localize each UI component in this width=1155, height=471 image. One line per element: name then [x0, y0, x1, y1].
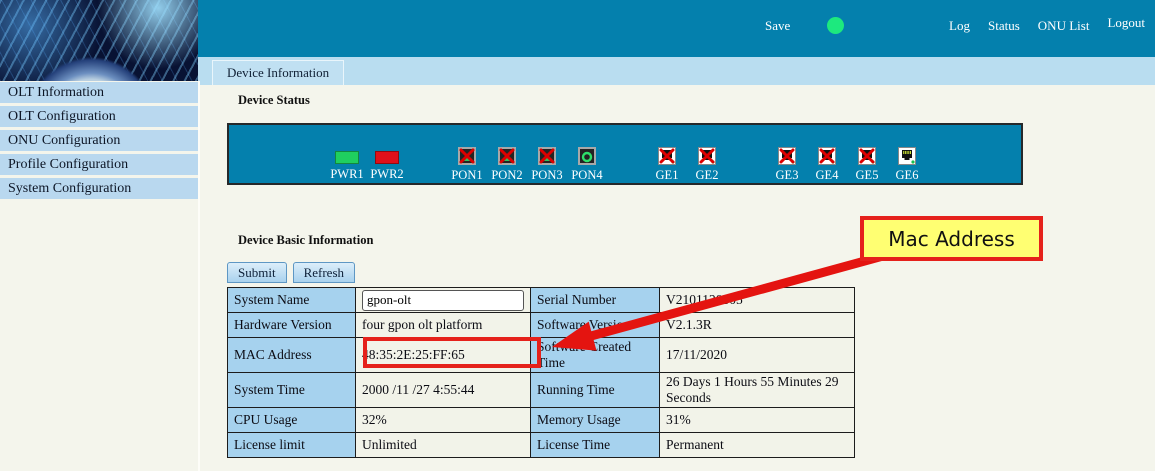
- top-link-logout[interactable]: Logout: [1107, 15, 1145, 31]
- system-name-input[interactable]: [362, 290, 524, 311]
- row-label: License limit: [228, 433, 356, 458]
- ethernet-port-icon: [898, 147, 916, 165]
- port-label: GE2: [696, 168, 719, 183]
- tab-device-information[interactable]: Device Information: [212, 60, 344, 85]
- submit-button[interactable]: Submit: [227, 262, 287, 283]
- row-label: Memory Usage: [531, 408, 660, 433]
- page: Save Log Status ONU List Logout Device Info…: [0, 0, 1155, 471]
- sidebar-item-system-configuration[interactable]: System Configuration: [0, 178, 198, 199]
- row-value: Permanent: [660, 433, 855, 458]
- pwr-port-pwr1: PWR1: [327, 147, 367, 182]
- top-navigation-bar: Save Log Status ONU List Logout: [198, 0, 1155, 57]
- pon-port-icon: [538, 147, 556, 165]
- refresh-button[interactable]: Refresh: [293, 262, 355, 283]
- row-label: Running Time: [531, 373, 660, 408]
- device-basic-heading: Device Basic Information: [238, 233, 373, 248]
- device-status-heading: Device Status: [238, 93, 310, 108]
- table-row: License limitUnlimitedLicense TimePerman…: [228, 433, 855, 458]
- row-label: License Time: [531, 433, 660, 458]
- port-label: PON3: [531, 168, 562, 183]
- sidebar-item-onu-configuration[interactable]: ONU Configuration: [0, 130, 198, 151]
- table-row: System Name Serial NumberV2101120305: [228, 288, 855, 313]
- pon-port-pon1: PON1: [447, 147, 487, 183]
- pon-port-pon3: PON3: [527, 147, 567, 183]
- row-label: MAC Address: [228, 338, 356, 373]
- port-label: PON1: [451, 168, 482, 183]
- port-label: GE6: [896, 168, 919, 183]
- brand-logo-earth-fiber: [0, 0, 198, 81]
- power-led-icon: [335, 151, 359, 164]
- save-button[interactable]: Save: [765, 18, 790, 34]
- row-label: Software Version: [531, 313, 660, 338]
- sidebar-divider: [198, 81, 200, 471]
- ge-port-ge4: GE4: [807, 147, 847, 183]
- ge-port-ge5: GE5: [847, 147, 887, 183]
- row-value: 2000 /11 /27 4:55:44: [356, 373, 531, 408]
- row-value: 26 Days 1 Hours 55 Minutes 29 Seconds: [660, 373, 855, 408]
- ethernet-port-icon: [698, 147, 716, 165]
- row-label: CPU Usage: [228, 408, 356, 433]
- ge-port-ge1: GE1: [647, 147, 687, 183]
- port-label: GE5: [856, 168, 879, 183]
- mac-address-highlight-box: [363, 337, 541, 368]
- ethernet-port-icon: [818, 147, 836, 165]
- table-row: Hardware Versionfour gpon olt platformSo…: [228, 313, 855, 338]
- sidebar-item-olt-configuration[interactable]: OLT Configuration: [0, 106, 198, 127]
- power-led-icon: [375, 151, 399, 164]
- row-label: Hardware Version: [228, 313, 356, 338]
- ge-port-ge6: GE6: [887, 147, 927, 183]
- port-label: GE4: [816, 168, 839, 183]
- tab-strip: Device Information: [198, 57, 1155, 85]
- ethernet-port-icon: [858, 147, 876, 165]
- row-value: four gpon olt platform: [356, 313, 531, 338]
- sidebar-menu: OLT Information OLT Configuration ONU Conf…: [0, 82, 198, 202]
- pon-port-icon: [498, 147, 516, 165]
- row-value: Unlimited: [356, 433, 531, 458]
- row-value: [356, 288, 531, 313]
- top-links: Log Status ONU List Logout: [949, 18, 1145, 34]
- top-link-onu-list[interactable]: ONU List: [1038, 18, 1090, 34]
- row-label: Serial Number: [531, 288, 660, 313]
- table-row: CPU Usage32%Memory Usage31%: [228, 408, 855, 433]
- row-value: V2.1.3R: [660, 313, 855, 338]
- device-basic-table: System NameSerial NumberV2101120305Hardw…: [227, 287, 855, 458]
- port-label: PWR1: [330, 167, 363, 182]
- ethernet-port-icon: [658, 147, 676, 165]
- ethernet-port-icon: [778, 147, 796, 165]
- port-label: PON2: [491, 168, 522, 183]
- row-value: 17/11/2020: [660, 338, 855, 373]
- port-label: GE3: [776, 168, 799, 183]
- port-label: PWR2: [370, 167, 403, 182]
- status-indicator-dot: [827, 17, 844, 34]
- pon-port-icon: [578, 147, 596, 165]
- table-row: System Time2000 /11 /27 4:55:44Running T…: [228, 373, 855, 408]
- top-link-log[interactable]: Log: [949, 18, 970, 34]
- ge-port-ge2: GE2: [687, 147, 727, 183]
- pon-port-pon2: PON2: [487, 147, 527, 183]
- sidebar-item-profile-configuration[interactable]: Profile Configuration: [0, 154, 198, 175]
- port-label: PON4: [571, 168, 602, 183]
- ge-port-ge3: GE3: [767, 147, 807, 183]
- sidebar-item-olt-information[interactable]: OLT Information: [0, 82, 198, 103]
- top-link-status[interactable]: Status: [988, 18, 1020, 34]
- pon-port-icon: [458, 147, 476, 165]
- row-label: System Name: [228, 288, 356, 313]
- row-label: System Time: [228, 373, 356, 408]
- port-label: GE1: [656, 168, 679, 183]
- mac-address-callout: Mac Address: [860, 216, 1043, 261]
- row-value: 32%: [356, 408, 531, 433]
- row-value: V2101120305: [660, 288, 855, 313]
- device-status-panel: PWR1 PWR2 PON1 PON2 PON3 PON4 GE1 GE2 GE3 GE4 G…: [227, 123, 1023, 185]
- table-row: MAC Address48:35:2E:25:FF:65Software Cre…: [228, 338, 855, 373]
- pon-port-pon4: PON4: [567, 147, 607, 183]
- row-label: Software Created Time: [531, 338, 660, 373]
- row-value: 31%: [660, 408, 855, 433]
- pwr-port-pwr2: PWR2: [367, 147, 407, 182]
